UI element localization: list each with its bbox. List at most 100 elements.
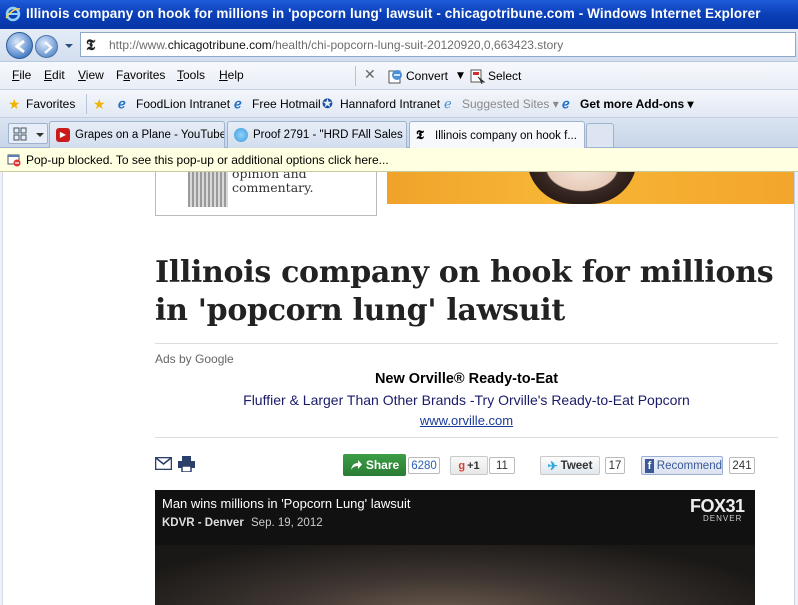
tab-tribune[interactable]: 𝕿 Illinois company on hook f... ✕ <box>409 121 585 149</box>
address-url[interactable]: http://www.chicagotribune.com/health/chi… <box>109 38 563 52</box>
window-left-border <box>0 172 3 605</box>
forward-arrow-icon <box>44 41 53 54</box>
fav-label: Suggested Sites ▾ <box>462 97 559 111</box>
promo-face-image <box>527 172 637 204</box>
print-icon[interactable] <box>178 456 195 472</box>
google-plus-icon: g <box>458 459 466 472</box>
url-prefix: http://www. <box>109 38 168 52</box>
vertical-scrollbar[interactable] <box>794 172 798 605</box>
address-bar[interactable]: 𝕿 http://www.chicagotribune.com/health/c… <box>80 32 796 57</box>
tribune-favicon-icon: 𝕿 <box>416 127 424 143</box>
ie-page-icon: ℯ <box>118 96 126 111</box>
pdf-convert-icon <box>388 69 402 83</box>
favorites-separator <box>86 94 87 114</box>
tweet-count: 17 <box>605 457 625 474</box>
ie-page-icon: ℯ <box>234 96 242 111</box>
new-tab-button[interactable] <box>586 123 614 147</box>
select-label: Select <box>488 69 522 83</box>
fav-label: Get more Add-ons ▾ <box>580 97 694 111</box>
divider <box>155 437 778 438</box>
youtube-icon: ▶ <box>56 128 70 142</box>
favorites-button[interactable]: ★ Favorites <box>8 95 75 113</box>
convert-label: Convert <box>406 69 449 83</box>
share-label: Share <box>365 458 400 472</box>
navigation-bar: 𝕿 http://www.chicagotribune.com/health/c… <box>0 29 798 62</box>
infobar-text: Pop-up blocked. To see this pop-up or ad… <box>26 152 389 167</box>
menu-file[interactable]: File <box>12 68 31 82</box>
social-share-row: Share 6280 g +1 11 ✈ Tweet 17 f Recommen… <box>0 454 798 476</box>
forward-button[interactable] <box>35 35 58 58</box>
back-button[interactable] <box>6 32 33 59</box>
tab-bar: ▶ Grapes on a Plane - YouTube Proof 2791… <box>0 118 798 149</box>
ad-title[interactable]: New Orville® Ready-to-Eat <box>155 371 778 387</box>
share-count: 6280 <box>408 457 440 474</box>
favorites-label: Favorites <box>26 97 76 111</box>
tab-label: Grapes on a Plane - YouTube <box>75 129 225 141</box>
convert-dropdown-icon[interactable]: ▼ <box>457 71 464 81</box>
convert-button[interactable]: Convert ▼ <box>388 66 464 86</box>
menu-help[interactable]: Help <box>219 68 244 82</box>
twitter-bird-icon: ✈ <box>547 458 558 473</box>
history-dropdown-icon[interactable] <box>64 41 74 51</box>
fav-foodlion[interactable]: ℯ FoodLion Intranet <box>118 95 230 113</box>
promo-image[interactable] <box>387 172 798 204</box>
video-frame-image <box>155 545 755 605</box>
quick-tabs-button[interactable] <box>8 123 48 144</box>
menu-view[interactable]: View <box>78 68 104 82</box>
select-button[interactable]: Select <box>470 66 521 86</box>
ad-url-link[interactable]: www.orville.com <box>155 413 778 428</box>
menu-separator <box>355 66 356 86</box>
select-icon <box>470 69 485 84</box>
video-player[interactable]: Man wins millions in 'Popcorn Lung' laws… <box>155 490 755 605</box>
fav-hotmail[interactable]: ℯ Free Hotmail <box>234 95 321 113</box>
tab-youtube[interactable]: ▶ Grapes on a Plane - YouTube <box>49 121 225 148</box>
menu-edit[interactable]: Edit <box>44 68 65 82</box>
favorites-star-icon: ★ <box>8 96 21 112</box>
menu-tools[interactable]: Tools <box>177 68 205 82</box>
fav-get-addons[interactable]: ℯ Get more Add-ons ▾ <box>562 95 694 113</box>
tab-proof[interactable]: Proof 2791 - "HRD FAll Sales ... <box>227 121 407 148</box>
menu-favorites[interactable]: Favorites <box>116 68 165 82</box>
menu-bar: File Edit View Favorites Tools Help ✕ Co… <box>0 62 798 90</box>
recommend-count: 241 <box>729 457 755 474</box>
google-plus-button[interactable]: g +1 <box>450 456 488 475</box>
sidebar-ad[interactable]: opinion and commentary. <box>155 172 377 216</box>
close-toolbar-icon[interactable]: ✕ <box>364 67 376 83</box>
fav-hannaford[interactable]: ✪ Hannaford Intranet <box>322 95 440 113</box>
email-icon[interactable] <box>155 457 172 470</box>
quick-tabs-icon <box>13 127 44 141</box>
recommend-label: Recommend <box>656 459 722 472</box>
web-page: opinion and commentary. Illinois company… <box>0 172 798 605</box>
fox31-logo-sub: DENVER <box>703 514 743 523</box>
video-source: KDVR - Denver <box>162 517 244 529</box>
tweet-button[interactable]: ✈ Tweet <box>540 456 600 475</box>
share-arrow-icon <box>350 460 362 470</box>
add-favorite-icon: ★ <box>93 96 106 112</box>
facebook-icon: f <box>645 458 654 473</box>
share-button[interactable]: Share <box>343 454 406 476</box>
popup-blocked-infobar[interactable]: Pop-up blocked. To see this pop-up or ad… <box>0 148 798 172</box>
divider <box>155 343 778 344</box>
suggested-sites-icon: ℯ <box>444 96 452 111</box>
favorites-bar: ★ Favorites ★ ℯ FoodLion Intranet ℯ Free… <box>0 90 798 118</box>
tribune-favicon-icon: 𝕿 <box>86 36 96 54</box>
ads-by-google[interactable]: Ads by Google <box>155 352 234 366</box>
ad-description[interactable]: Fluffier & Larger Than Other Brands -Try… <box>155 392 778 408</box>
title-bar: Illinois company on hook for millions in… <box>0 0 798 29</box>
article-headline: Illinois company on hook for millions in… <box>155 255 774 328</box>
tweet-label: Tweet <box>560 459 593 472</box>
url-domain: chicagotribune.com <box>167 38 272 52</box>
add-favorite-button[interactable]: ★ <box>93 95 107 113</box>
gplus-label: +1 <box>467 459 480 472</box>
building-image <box>188 172 228 207</box>
back-arrow-icon <box>14 39 25 54</box>
video-title: Man wins millions in 'Popcorn Lung' laws… <box>162 496 411 511</box>
url-path: /health/chi-popcorn-lung-suit-20120920,0… <box>271 38 564 52</box>
video-date: Sep. 19, 2012 <box>251 517 323 529</box>
popup-blocked-icon <box>7 154 21 166</box>
facebook-recommend-button[interactable]: f Recommend <box>641 456 723 475</box>
gplus-count: 11 <box>489 457 515 474</box>
ie-logo-icon <box>5 6 21 22</box>
fav-label: FoodLion Intranet <box>136 97 231 111</box>
fav-suggested-sites[interactable]: ℯ Suggested Sites ▾ <box>444 95 559 113</box>
